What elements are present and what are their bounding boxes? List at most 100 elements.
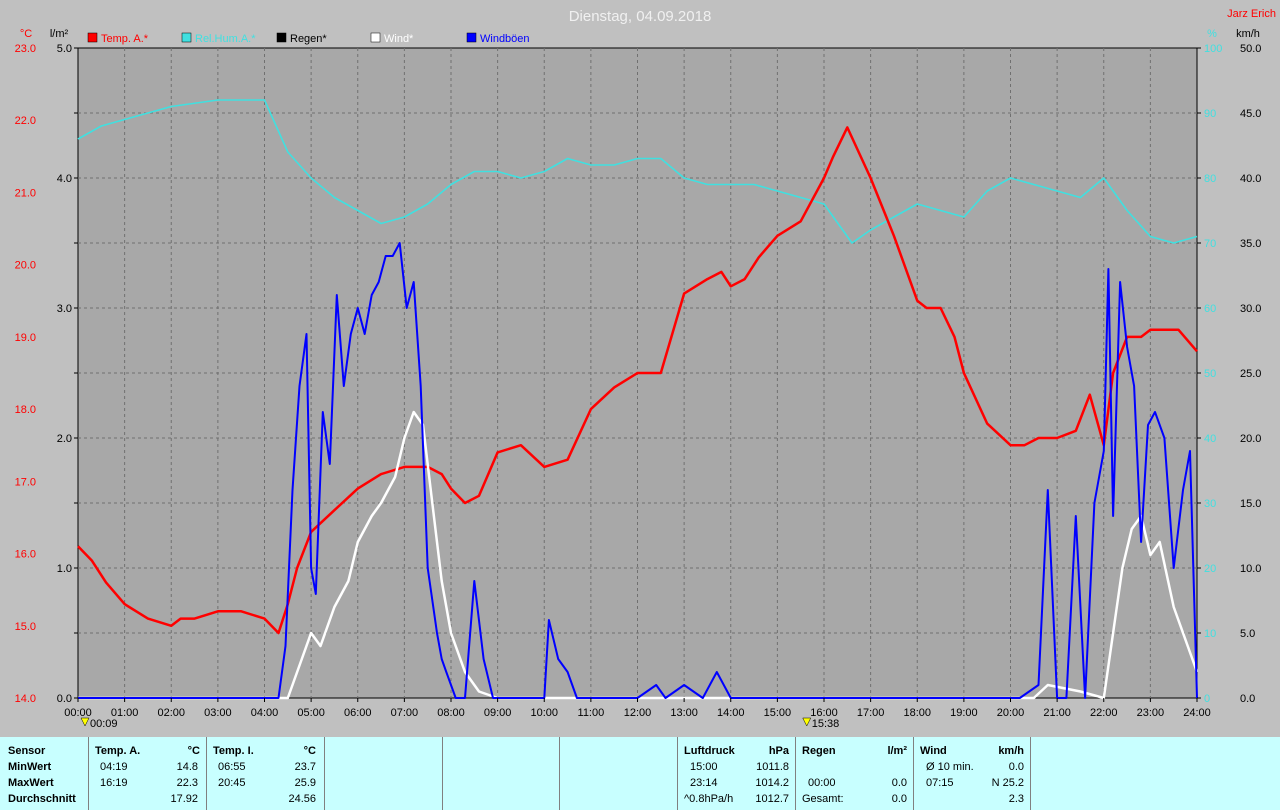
x-tick-label: 21:00 — [1043, 707, 1071, 719]
x-tick-label: 19:00 — [950, 707, 978, 719]
wind-max-value: N 25.2 — [991, 777, 1024, 789]
stats-panel: Sensor MinWert MaxWert Durchschnitt Temp… — [0, 737, 1280, 810]
wind-tick-label: 25.0 — [1240, 368, 1261, 380]
temp-tick-label: 17.0 — [15, 476, 36, 488]
pressure-min-value: 1011.8 — [756, 761, 789, 773]
legend-label: Wind* — [384, 33, 414, 45]
stats-separator — [324, 737, 325, 810]
stats-separator — [559, 737, 560, 810]
legend-label: Rel.Hum.A.* — [195, 33, 256, 45]
wind-avg-label: Ø 10 min. — [926, 761, 974, 773]
row-label-avg: Durchschnitt — [8, 793, 76, 805]
temp-a-max-time: 16:19 — [100, 777, 128, 789]
wind-tick-label: 30.0 — [1240, 303, 1261, 315]
stats-temp-i-column: Temp. I. °C 06:55 23.7 20:45 25.9 24.56 — [207, 737, 324, 810]
stats-wind-column: Wind km/h Ø 10 min. 0.0 07:15 N 25.2 2.3 — [914, 737, 1030, 810]
author-label: Jarz Erich — [1227, 8, 1276, 20]
pressure-unit: hPa — [768, 745, 789, 757]
stats-separator — [442, 737, 443, 810]
wind-unit: km/h — [998, 745, 1024, 757]
wind-unit-label: km/h — [1236, 28, 1260, 40]
wind-tick-label: 0.0 — [1240, 693, 1255, 705]
x-tick-label: 24:00 — [1183, 707, 1211, 719]
rain-tick-label: 2.0 — [57, 433, 72, 445]
radiation-unit-label: % — [1207, 28, 1217, 40]
radiation-tick-label: 0 — [1204, 693, 1210, 705]
x-tick-label: 12:00 — [624, 707, 652, 719]
time-marker-label: 00:09 — [90, 718, 118, 730]
stats-sensor-column: Sensor MinWert MaxWert Durchschnitt — [0, 737, 88, 810]
radiation-tick-label: 70 — [1204, 238, 1216, 250]
temp-i-max-time: 20:45 — [218, 777, 246, 789]
wind-tick-label: 15.0 — [1240, 498, 1261, 510]
wind-tick-label: 35.0 — [1240, 238, 1261, 250]
stats-separator — [1030, 737, 1031, 810]
rain-total-label: Gesamt: — [802, 793, 844, 805]
pressure-trend: ^0.8hPa/h — [684, 793, 734, 805]
pressure-max-time: 23:14 — [690, 777, 718, 789]
x-tick-label: 17:00 — [857, 707, 885, 719]
legend-label: Windböen — [480, 33, 530, 45]
x-tick-label: 13:00 — [670, 707, 698, 719]
temp-tick-label: 14.0 — [15, 693, 36, 705]
radiation-tick-label: 20 — [1204, 563, 1216, 575]
legend-swatch — [181, 32, 192, 43]
rain-tick-label: 4.0 — [57, 173, 72, 185]
legend-swatch — [466, 32, 477, 43]
legend-swatch — [370, 32, 381, 43]
rain-tick-label: 5.0 — [57, 43, 72, 55]
x-tick-label: 20:00 — [997, 707, 1025, 719]
x-tick-label: 04:00 — [251, 707, 279, 719]
chart-title: Dienstag, 04.09.2018 — [569, 8, 712, 25]
rain-total-value: 0.0 — [891, 793, 907, 805]
wind-avg-value: 0.0 — [1008, 761, 1024, 773]
temp-i-max-value: 25.9 — [294, 777, 316, 789]
legend-swatch — [87, 32, 98, 43]
radiation-tick-label: 10 — [1204, 628, 1216, 640]
rain-tick-label: 3.0 — [57, 303, 72, 315]
radiation-tick-label: 80 — [1204, 173, 1216, 185]
x-tick-label: 00:00 — [64, 707, 92, 719]
wind-tick-label: 20.0 — [1240, 433, 1261, 445]
pressure-max-value: 1014.2 — [755, 777, 789, 789]
x-tick-label: 10:00 — [530, 707, 558, 719]
x-tick-label: 11:00 — [578, 707, 605, 719]
x-tick-label: 22:00 — [1090, 707, 1118, 719]
time-marker-label: 15:38 — [812, 718, 840, 730]
legend-swatch — [276, 32, 287, 43]
temp-tick-label: 18.0 — [15, 404, 36, 416]
temp-tick-label: 23.0 — [15, 43, 36, 55]
rain-max-value: 0.0 — [891, 777, 907, 789]
x-tick-label: 07:00 — [391, 707, 419, 719]
weather-chart: 14.0 15.0 16.0 17.0 18.0 19.0 20.0 21.0 22.0 23.0… — [0, 0, 1280, 735]
x-tick-label: 14:00 — [717, 707, 745, 719]
temp-i-min-value: 23.7 — [294, 761, 316, 773]
temp-tick-label: 19.0 — [15, 332, 36, 344]
sensor-header: Sensor — [8, 745, 46, 757]
stats-pressure-column: Luftdruck hPa 15:00 1011.8 23:14 1014.2 … — [678, 737, 795, 810]
radiation-tick-label: 100 — [1204, 43, 1222, 55]
row-label-max: MaxWert — [8, 777, 54, 789]
x-tick-label: 02:00 — [157, 707, 185, 719]
temp-a-avg: 17.92 — [170, 793, 198, 805]
temp-a-header: Temp. A. — [95, 745, 141, 757]
temp-i-header: Temp. I. — [213, 745, 254, 757]
legend-label: Temp. A.* — [101, 33, 149, 45]
wind-tick-label: 5.0 — [1240, 628, 1255, 640]
rain-unit-label: l/m² — [50, 28, 69, 40]
rain-header: Regen — [802, 745, 836, 757]
temp-tick-label: 20.0 — [15, 260, 36, 272]
wind-header: Wind — [920, 745, 947, 757]
wind-tick-label: 40.0 — [1240, 173, 1261, 185]
stats-rain-column: Regen l/m² 00:00 0.0 Gesamt: 0.0 — [796, 737, 913, 810]
row-label-min: MinWert — [8, 761, 52, 773]
radiation-tick-label: 50 — [1204, 368, 1216, 380]
pressure-header: Luftdruck — [684, 745, 735, 757]
legend-label: Regen* — [290, 33, 327, 45]
radiation-tick-label: 60 — [1204, 303, 1216, 315]
rain-tick-label: 1.0 — [57, 563, 72, 575]
temp-i-min-time: 06:55 — [218, 761, 246, 773]
pressure-min-time: 15:00 — [690, 761, 718, 773]
temp-tick-label: 16.0 — [15, 549, 36, 561]
wind-max-time: 07:15 — [926, 777, 954, 789]
